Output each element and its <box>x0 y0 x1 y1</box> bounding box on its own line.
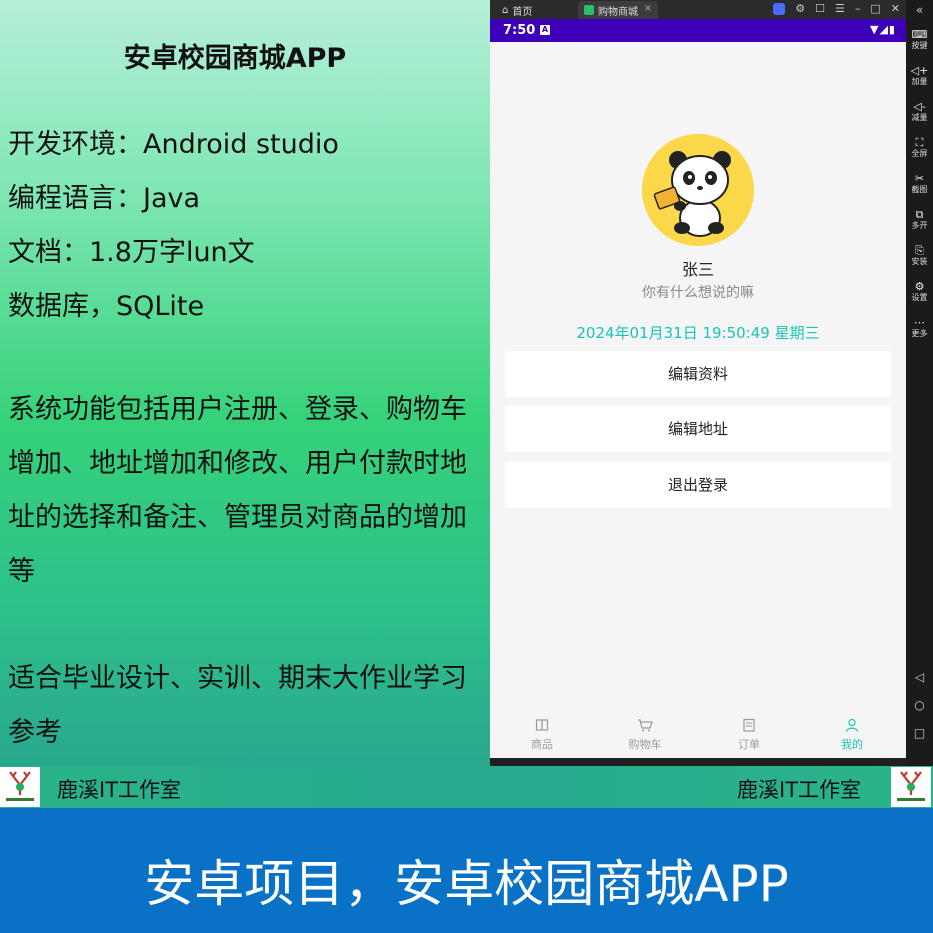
collapse-toolbar-icon[interactable]: « <box>906 3 933 17</box>
book-icon <box>502 718 582 736</box>
avatar[interactable] <box>642 134 754 246</box>
tab-home-label: 首页 <box>512 7 533 18</box>
user-name: 张三 <box>681 260 714 279</box>
maximize-icon[interactable]: □ <box>870 2 880 15</box>
nav-orders[interactable]: 订单 <box>709 718 789 752</box>
current-datetime: 2024年01月31日 19:50:49 星期三 <box>576 324 820 342</box>
studio-logo-left <box>0 767 40 807</box>
home-icon: ⌂ <box>502 5 509 16</box>
logout-button[interactable]: 退出登录 <box>505 462 891 508</box>
studio-logo-right <box>891 767 931 807</box>
fullscreen-icon: ⛶ <box>915 136 924 149</box>
project-banner: 安卓项目，安卓校园商城APP <box>0 808 933 933</box>
emulator-side-toolbar: « ⌨ 按键 ◁+ 加量 ◁- 减量 ⛶ 全屏 ✂ 截图 ⧉ 多开 ⎘ 安装 ⚙… <box>906 0 933 766</box>
back-nav-icon[interactable]: ◁ <box>906 670 933 684</box>
features-description: 系统功能包括用户注册、登录、购物车增加、地址增加和修改、用户付款时地址的选择和备… <box>8 394 467 587</box>
status-bar: 7:50 A ▼◢▮ <box>490 19 906 42</box>
recents-nav-icon[interactable]: □ <box>906 726 933 740</box>
cart-icon <box>605 718 685 736</box>
minimize-icon[interactable]: – <box>855 2 861 15</box>
side-item-fullscreen[interactable]: ⛶ 全屏 <box>906 136 933 159</box>
info-database: 数据库，SQLite <box>8 291 205 322</box>
side-item-screenshot[interactable]: ✂ 截图 <box>906 172 933 195</box>
side-item-install[interactable]: ⎘ 安装 <box>906 244 933 267</box>
edit-address-button[interactable]: 编辑地址 <box>505 406 891 452</box>
multi-window-icon: ⧉ <box>915 208 924 221</box>
app-icon <box>584 5 594 15</box>
nav-cart-label: 购物车 <box>628 738 662 751</box>
notification-badge: A <box>540 25 550 35</box>
emulator-window: ⌂ 首页 购物商城 × ⚙ ☐ ☰ – □ ✕ « ⌨ 按键 ◁+ 加量 ◁- … <box>490 0 933 766</box>
restore-icon[interactable]: ☐ <box>815 2 825 15</box>
side-item-label: 减量 <box>911 113 928 122</box>
tab-close-icon[interactable]: × <box>644 3 652 14</box>
volume-up-icon: ◁+ <box>910 64 929 77</box>
side-item-label: 加量 <box>911 77 928 86</box>
settings-gear-icon: ⚙ <box>914 280 925 293</box>
tab-shopping-app[interactable]: 购物商城 × <box>578 1 658 19</box>
nav-products[interactable]: 商品 <box>502 718 582 752</box>
edit-profile-button[interactable]: 编辑资料 <box>505 351 891 397</box>
panda-avatar-icon <box>642 134 754 246</box>
side-item-label: 截图 <box>911 185 928 194</box>
bottom-navigation: 商品 购物车 订单 我的 <box>490 712 906 758</box>
info-language: 编程语言：Java <box>8 183 201 214</box>
info-dev-env: 开发环境：Android studio <box>8 129 339 160</box>
nav-mine-label: 我的 <box>841 738 863 751</box>
studio-name-left: 鹿溪IT工作室 <box>57 778 182 802</box>
user-icon <box>812 718 892 736</box>
side-item-settings[interactable]: ⚙ 设置 <box>906 280 933 303</box>
side-item-label: 设置 <box>911 293 928 302</box>
user-signature: 你有什么想说的嘛 <box>642 285 754 301</box>
info-panel: 安卓校园商城APP 开发环境：Android studio 编程语言：Java … <box>0 0 490 766</box>
multi-instance-icon[interactable] <box>773 3 786 15</box>
side-item-volume-up[interactable]: ◁+ 加量 <box>906 64 933 87</box>
clipboard-icon <box>709 718 789 736</box>
side-item-multi[interactable]: ⧉ 多开 <box>906 208 933 231</box>
suitable-description: 适合毕业设计、实训、期末大作业学习参考 <box>8 663 467 748</box>
close-window-icon[interactable]: ✕ <box>891 2 900 15</box>
banner-title: 安卓项目，安卓校园商城APP <box>144 855 789 913</box>
studio-name-right: 鹿溪IT工作室 <box>737 778 862 802</box>
side-item-keys[interactable]: ⌨ 按键 <box>906 28 933 51</box>
side-item-volume-down[interactable]: ◁- 减量 <box>906 100 933 123</box>
nav-mine[interactable]: 我的 <box>812 718 892 752</box>
keyboard-icon: ⌨ <box>911 28 928 41</box>
wifi-signal-battery-icon: ▼◢▮ <box>870 23 896 36</box>
tab-home[interactable]: ⌂ 首页 <box>502 3 532 18</box>
deer-logo-icon <box>6 771 34 801</box>
tab-app-label: 购物商城 <box>598 6 638 18</box>
panel-title: 安卓校园商城APP <box>123 43 347 74</box>
status-time: 7:50 <box>503 23 536 38</box>
phone-screen: 7:50 A ▼◢▮ 张三 你有什么想说的嘛 2024年01月31日 19:50… <box>490 19 906 758</box>
side-item-label: 安装 <box>911 257 928 266</box>
apk-install-icon: ⎘ <box>915 244 924 257</box>
side-item-label: 按键 <box>911 41 928 50</box>
side-item-label: 多开 <box>911 221 928 230</box>
scissors-icon: ✂ <box>914 172 925 185</box>
home-nav-icon[interactable]: ○ <box>906 698 933 712</box>
deer-logo-icon <box>897 771 925 801</box>
info-docs: 文档：1.8万字lun文 <box>8 237 255 268</box>
menu-icon[interactable]: ☰ <box>835 2 845 15</box>
settings-icon[interactable]: ⚙ <box>795 2 805 15</box>
nav-cart[interactable]: 购物车 <box>605 718 685 752</box>
more-icon: ⋯ <box>914 316 925 329</box>
nav-orders-label: 订单 <box>738 738 760 751</box>
volume-down-icon: ◁- <box>913 100 926 113</box>
side-item-more[interactable]: ⋯ 更多 <box>906 316 933 339</box>
side-item-label: 更多 <box>911 329 928 338</box>
nav-products-label: 商品 <box>531 738 553 751</box>
window-controls: ⚙ ☐ ☰ – □ ✕ <box>773 2 900 15</box>
emulator-tabbar: ⌂ 首页 购物商城 × ⚙ ☐ ☰ – □ ✕ <box>490 0 906 19</box>
side-item-label: 全屏 <box>911 149 928 158</box>
studio-strip: 鹿溪IT工作室 鹿溪IT工作室 <box>0 766 933 808</box>
